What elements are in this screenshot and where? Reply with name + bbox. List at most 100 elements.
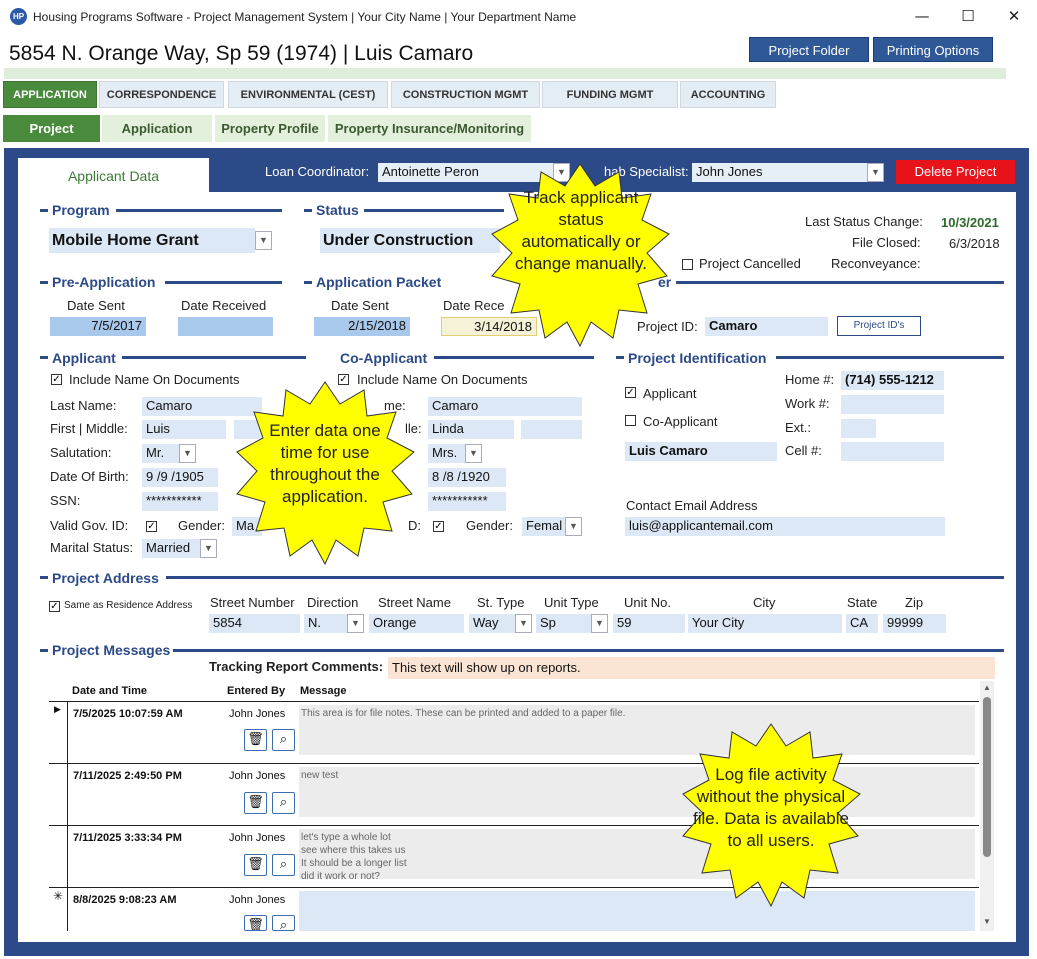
program-select[interactable]: Mobile Home Grant (49, 228, 255, 253)
preview-icon[interactable]: ⌕ (272, 915, 295, 931)
printing-options-button[interactable]: Printing Options (873, 37, 993, 62)
section-rule (434, 356, 594, 359)
column-entered-by-header: Entered By (227, 685, 286, 697)
co-applicant-first-name-field[interactable]: Linda (428, 420, 514, 439)
applicant-first-name-field[interactable]: Luis (142, 420, 226, 439)
scrollbar-thumb[interactable] (983, 697, 991, 857)
chevron-down-icon[interactable]: ▼ (255, 231, 272, 250)
tab-correspondence[interactable]: CORRESPONDENCE (99, 81, 224, 108)
row-message[interactable]: let's type a whole lot see where this ta… (299, 829, 975, 882)
unit-type-select[interactable]: Sp (536, 614, 592, 633)
zip-field[interactable]: 99999 (883, 614, 946, 633)
trash-icon[interactable]: 🗑 (244, 792, 267, 814)
home-phone-field[interactable]: (714) 555-1212 (841, 371, 944, 390)
chevron-down-icon[interactable]: ▼ (515, 614, 532, 633)
applicant-marital-select[interactable]: Married (142, 539, 200, 558)
subtab-application[interactable]: Application (102, 115, 212, 142)
project-cancelled-checkbox[interactable] (682, 259, 693, 270)
tab-environmental[interactable]: ENVIRONMENTAL (CEST) (228, 81, 388, 108)
applicant-ssn-field[interactable]: *********** (142, 492, 218, 511)
subtab-project[interactable]: Project (3, 115, 100, 142)
trash-icon[interactable]: 🗑 (244, 915, 267, 931)
tracking-comments-field[interactable]: This text will show up on reports. (388, 657, 995, 679)
preview-icon[interactable]: ⌕ (272, 729, 295, 751)
row-date: 7/5/2025 10:07:59 AM (73, 708, 183, 720)
city-field[interactable]: Your City (688, 614, 842, 633)
chevron-down-icon[interactable]: ▼ (347, 614, 364, 633)
project-ids-button[interactable]: Project ID's (837, 316, 921, 336)
scroll-down-icon[interactable]: ▼ (983, 917, 991, 926)
applicant-include-checkbox[interactable]: ✓ (51, 374, 62, 385)
same-as-residence-checkbox[interactable]: ✓ (49, 601, 60, 612)
identification-coapplicant-checkbox[interactable] (625, 415, 636, 426)
minimize-button[interactable]: — (900, 2, 944, 30)
preapp-date-received-field[interactable] (178, 317, 273, 336)
subtab-property-profile[interactable]: Property Profile (215, 115, 325, 142)
cell-phone-label: Cell #: (785, 443, 822, 458)
applicant-gender-label: Gender: (178, 518, 225, 533)
tab-accounting[interactable]: ACCOUNTING (680, 81, 776, 108)
row-message[interactable]: This area is for file notes. These can b… (299, 705, 975, 755)
identification-applicant-checkbox[interactable]: ✓ (625, 387, 636, 398)
section-rule (364, 209, 504, 212)
co-applicant-gender-select[interactable]: Femal (522, 517, 566, 536)
applicant-salutation-select[interactable]: Mr. (142, 444, 180, 463)
co-applicant-salutation-select[interactable]: Mrs. (428, 444, 466, 463)
status-select[interactable]: Under Construction (320, 228, 500, 253)
grid-header-rule (49, 701, 979, 702)
street-name-field[interactable]: Orange (369, 614, 464, 633)
ext-field[interactable] (841, 419, 876, 438)
applicant-include-label: Include Name On Documents (69, 372, 240, 387)
section-rule (776, 356, 1004, 359)
co-applicant-dob-field[interactable]: 8 /8 /1920 (428, 468, 506, 487)
maximize-button[interactable]: ☐ (946, 2, 990, 30)
project-folder-button[interactable]: Project Folder (749, 37, 869, 62)
co-applicant-middle-name-field[interactable] (521, 420, 582, 439)
scroll-up-icon[interactable]: ▲ (983, 683, 991, 692)
applicant-heading: Applicant (52, 350, 116, 366)
preview-icon[interactable]: ⌕ (272, 792, 295, 814)
direction-select[interactable]: N. (304, 614, 348, 633)
unit-no-field[interactable]: 59 (613, 614, 685, 633)
rehab-specialist-select[interactable]: John Jones (692, 163, 867, 182)
project-id-field[interactable]: Camaro (705, 317, 828, 336)
log-callout-text: Log file activity without the physical f… (693, 765, 849, 850)
close-button[interactable]: ✕ (992, 2, 1036, 30)
section-rule (304, 209, 312, 212)
current-row-marker: ▶ (54, 704, 61, 714)
preview-icon[interactable]: ⌕ (272, 854, 295, 876)
delete-project-button[interactable]: Delete Project (896, 160, 1015, 184)
applicant-dob-field[interactable]: 9 /9 /1905 (142, 468, 218, 487)
packet-date-sent-field[interactable]: 2/15/2018 (314, 317, 410, 336)
identification-name-field[interactable]: Luis Camaro (625, 442, 777, 461)
chevron-down-icon[interactable]: ▼ (591, 614, 608, 633)
status-heading: Status (316, 202, 359, 218)
chevron-down-icon[interactable]: ▼ (179, 444, 196, 463)
street-number-field[interactable]: 5854 (209, 614, 300, 633)
applicant-valid-id-checkbox[interactable]: ✓ (146, 521, 157, 532)
chevron-down-icon[interactable]: ▼ (200, 539, 217, 558)
chevron-down-icon[interactable]: ▼ (565, 517, 582, 536)
contact-email-field[interactable]: luis@applicantemail.com (625, 517, 945, 536)
state-field[interactable]: CA (846, 614, 878, 633)
st-type-select[interactable]: Way (469, 614, 515, 633)
co-applicant-ssn-field[interactable]: *********** (428, 492, 506, 511)
chevron-down-icon[interactable]: ▼ (465, 444, 482, 463)
chevron-down-icon[interactable]: ▼ (867, 163, 884, 182)
section-rule (40, 576, 48, 579)
tab-application[interactable]: APPLICATION (3, 81, 97, 108)
trash-icon[interactable]: 🗑 (244, 854, 267, 876)
preapp-date-sent-field[interactable]: 7/5/2017 (50, 317, 146, 336)
cell-phone-field[interactable] (841, 442, 944, 461)
work-phone-field[interactable] (841, 395, 944, 414)
subtab-property-insurance[interactable]: Property Insurance/Monitoring (328, 115, 531, 142)
co-applicant-valid-id-checkbox[interactable]: ✓ (433, 521, 444, 532)
row-message[interactable]: new test (299, 767, 975, 817)
tab-funding-mgmt[interactable]: FUNDING MGMT (542, 81, 678, 108)
row-message[interactable] (299, 891, 975, 931)
tab-construction-mgmt[interactable]: CONSTRUCTION MGMT (391, 81, 540, 108)
status-callout-text: Track applicant status automatically or … (515, 188, 647, 273)
trash-icon[interactable]: 🗑 (244, 729, 267, 751)
co-applicant-last-name-field[interactable]: Camaro (428, 397, 582, 416)
tab-applicant-data[interactable]: Applicant Data (18, 158, 209, 193)
